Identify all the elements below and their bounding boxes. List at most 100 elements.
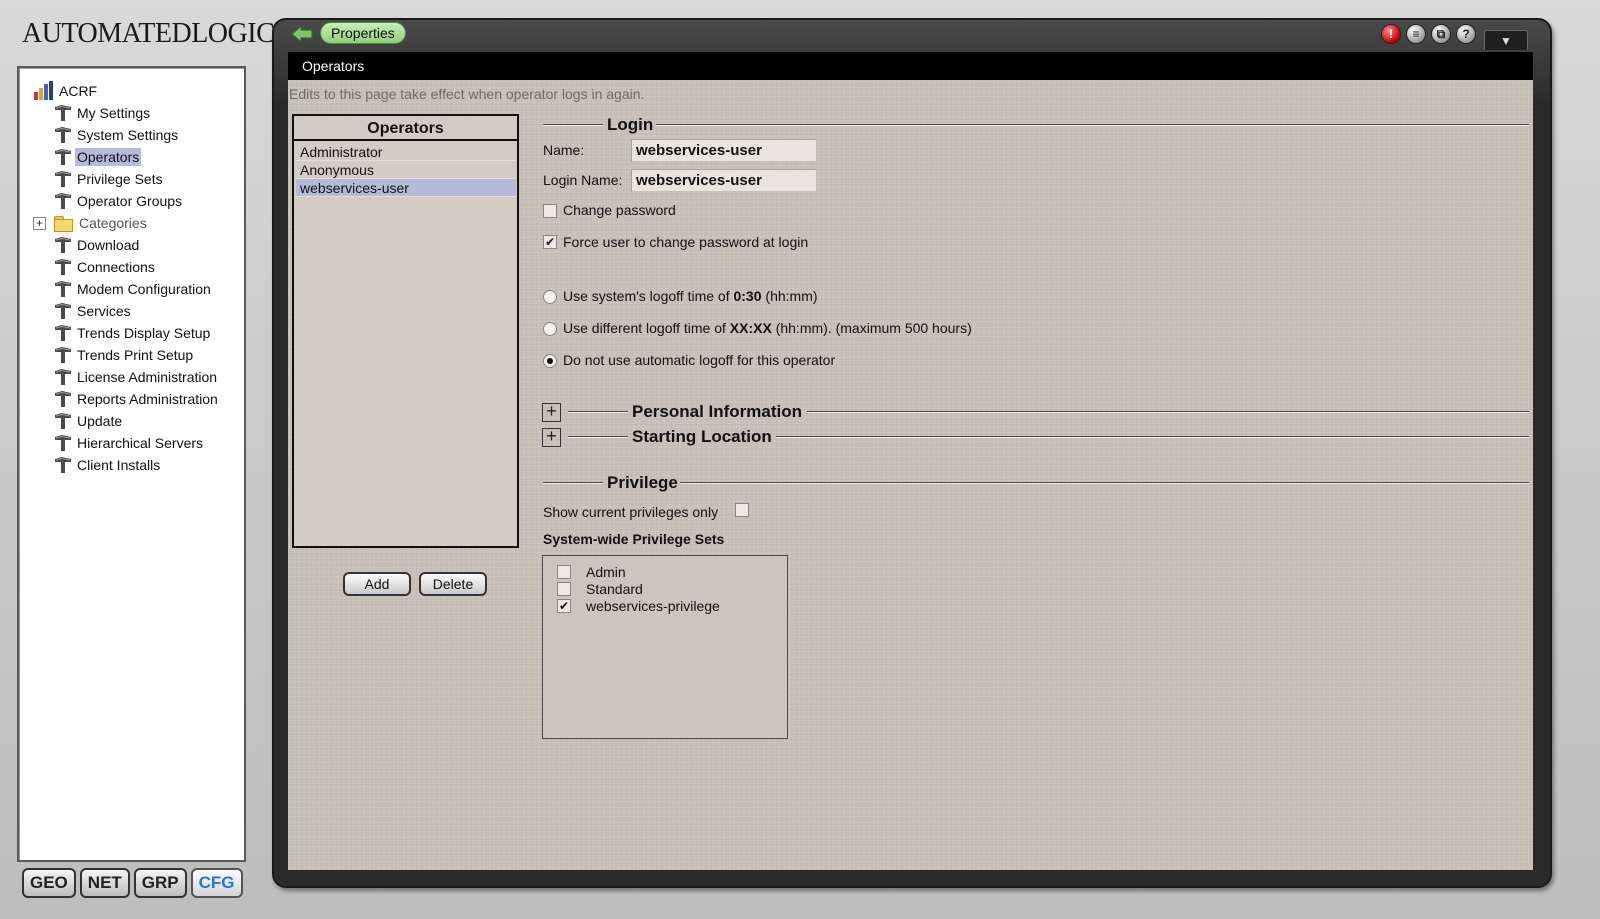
back-arrow-icon[interactable] [290,24,314,44]
wrench-icon [55,369,71,385]
tree-item-label: Operator Groups [77,193,183,209]
tree-item-trends-display-setup[interactable]: Trends Display Setup [53,322,212,344]
edit-notice: Edits to this page take effect when oper… [289,86,645,102]
new-window-icon[interactable]: ⧉ [1431,24,1451,44]
privilege-standard-label: Standard [586,581,643,597]
show-current-privileges-checkbox[interactable] [735,503,749,517]
tree-root-acrf[interactable]: ACRF [33,80,97,102]
privilege-webservices-checkbox[interactable]: ✔ [557,599,571,613]
tab-grp[interactable]: GRP [133,868,187,898]
wrench-icon [55,391,71,407]
tree-item-label: Reports Administration [77,391,218,407]
personal-info-divider-right [807,411,1529,412]
login-divider-right [656,124,1529,125]
operator-row-anonymous[interactable]: Anonymous [296,161,516,179]
wrench-icon [55,435,71,451]
operators-list-header: Operators [294,116,517,141]
properties-tab[interactable]: Properties [320,22,406,44]
name-label: Name: [543,142,585,158]
wrench-icon [55,171,71,187]
system-wide-privilege-sets-label: System-wide Privilege Sets [543,531,725,547]
tree-item-services[interactable]: Services [53,300,133,322]
tree-item-label: My Settings [77,105,151,121]
help-icon[interactable]: ? [1456,24,1476,44]
force-change-password-label: Force user to change password at login [563,234,809,250]
tree-item-label: System Settings [77,127,179,143]
tree-item-label: Trends Display Setup [77,325,211,341]
expand-categories-icon[interactable]: + [33,217,46,230]
tree-item-operators[interactable]: Operators [53,146,142,168]
privilege-admin-label: Admin [586,564,626,580]
no-auto-logoff-radio[interactable] [543,354,557,368]
wrench-icon [55,127,71,143]
privilege-divider-left [543,482,603,483]
tree-item-reports-administration[interactable]: Reports Administration [53,388,220,410]
no-auto-logoff-label: Do not use automatic logoff for this ope… [563,352,836,368]
tree-item-privilege-sets[interactable]: Privilege Sets [53,168,165,190]
tree-item-license-administration[interactable]: License Administration [53,366,219,388]
privilege-standard-checkbox[interactable] [557,582,571,596]
wrench-icon [55,281,71,297]
tree-item-connections[interactable]: Connections [53,256,157,278]
operator-row-webservices-user[interactable]: webservices-user [296,179,516,197]
expand-personal-info-icon[interactable]: + [542,402,561,422]
wrench-icon [55,325,71,341]
tree-item-hierarchical-servers[interactable]: Hierarchical Servers [53,432,205,454]
tree-item-label: Connections [77,259,155,275]
tree-item-label: Client Installs [77,457,161,473]
print-icon[interactable]: ≡ [1406,24,1426,44]
personal-info-section-title[interactable]: Personal Information [630,402,804,422]
different-logoff-radio[interactable] [543,322,557,336]
system-logoff-radio[interactable] [543,290,557,304]
wrench-icon [55,347,71,363]
tree-item-download[interactable]: Download [53,234,141,256]
wrench-icon [55,193,71,209]
page-title: Operators [288,52,1533,80]
tree-item-system-settings[interactable]: System Settings [53,124,180,146]
tree-item-trends-print-setup[interactable]: Trends Print Setup [53,344,195,366]
tree-item-update[interactable]: Update [53,410,124,432]
alarm-icon[interactable]: ! [1381,24,1401,44]
tree-item-client-installs[interactable]: Client Installs [53,454,162,476]
chevron-down-icon[interactable]: ▼ [1484,30,1528,50]
privilege-admin-checkbox[interactable] [557,565,571,579]
tree-item-label: Privilege Sets [77,171,163,187]
starting-location-divider-left [568,436,628,437]
change-password-label: Change password [563,202,676,218]
tree-item-label: Categories [79,215,147,231]
login-section-title: Login [607,115,654,134]
tab-cfg[interactable]: CFG [190,868,243,898]
tree-item-my-settings[interactable]: My Settings [53,102,152,124]
automated-logic-logo: AUTOMATEDLOGIC® [22,18,281,49]
force-change-password-checkbox[interactable]: ✔ [543,235,557,249]
view-tabs: GEO NET GRP CFG [22,868,243,900]
expand-starting-location-icon[interactable]: + [542,427,561,447]
wrench-icon [55,105,71,121]
starting-location-divider-right [776,436,1529,437]
tab-net[interactable]: NET [79,868,130,898]
tree-item-label: License Administration [77,369,218,385]
wrench-icon [55,303,71,319]
tree-item-categories[interactable]: Categories [53,212,149,234]
wrench-icon [55,457,71,473]
tree-root-label: ACRF [59,83,98,99]
tree-item-modem-configuration[interactable]: Modem Configuration [53,278,213,300]
tree-item-operator-groups[interactable]: Operator Groups [53,190,184,212]
personal-info-divider-left [568,411,628,412]
delete-operator-button[interactable]: Delete [419,572,487,596]
change-password-checkbox[interactable] [543,204,557,218]
privilege-sets-list [542,555,788,739]
tab-geo[interactable]: GEO [22,868,76,898]
login-name-label: Login Name: [543,172,623,188]
wrench-icon [55,259,71,275]
starting-location-section-title[interactable]: Starting Location [630,427,774,447]
wrench-icon [55,149,71,165]
operator-row-administrator[interactable]: Administrator [296,143,516,161]
name-input[interactable] [631,139,817,162]
tree-item-label: Trends Print Setup [77,347,194,363]
system-logoff-label: Use system's logoff time of 0:30 (hh:mm) [563,288,818,304]
tree-item-label: Services [77,303,131,319]
navigation-tree: ACRF My Settings System Settings Operators… [17,66,246,862]
login-name-input[interactable] [631,169,817,192]
add-operator-button[interactable]: Add [343,572,411,596]
